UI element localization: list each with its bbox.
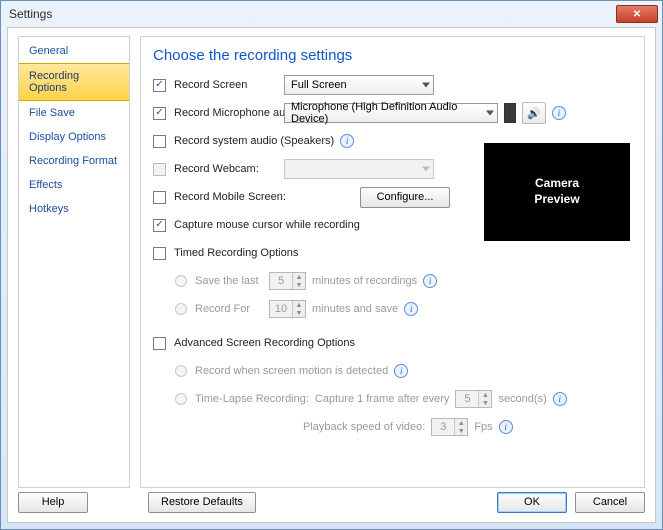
save-last-radio <box>175 275 187 287</box>
sidebar-item-file-save[interactable]: File Save <box>19 101 129 125</box>
timelapse-label: Time-Lapse Recording: <box>195 393 309 405</box>
sidebar-item-general[interactable]: General <box>19 39 129 63</box>
info-icon[interactable]: i <box>499 420 513 434</box>
capture-cursor-label: Capture mouse cursor while recording <box>174 219 360 231</box>
save-last-suffix: minutes of recordings <box>312 275 417 287</box>
settings-window: Settings ✕ General Recording Options Fil… <box>0 0 663 530</box>
info-icon[interactable]: i <box>423 274 437 288</box>
timelapse-capture-prefix: Capture 1 frame after every <box>315 393 450 405</box>
spinner-up-icon: ▲ <box>455 419 467 427</box>
titlebar: Settings ✕ <box>1 1 662 27</box>
spinner-down-icon: ▼ <box>455 427 467 435</box>
advanced-recording-checkbox[interactable] <box>153 337 166 350</box>
timed-recording-label: Timed Recording Options <box>174 247 298 259</box>
record-for-label: Record For <box>195 303 263 315</box>
speaker-icon: 🔊 <box>527 107 541 120</box>
timelapse-fps-value: 3 <box>432 421 454 433</box>
record-for-minutes-value: 10 <box>270 303 292 315</box>
record-mic-device-value: Microphone (High Definition Audio Device… <box>291 101 479 125</box>
record-on-motion-radio <box>175 365 187 377</box>
record-for-radio <box>175 303 187 315</box>
sidebar-item-hotkeys[interactable]: Hotkeys <box>19 197 129 221</box>
timelapse-radio <box>175 393 187 405</box>
spinner-up-icon: ▲ <box>479 391 491 399</box>
info-icon[interactable]: i <box>394 364 408 378</box>
timelapse-capture-suffix: second(s) <box>498 393 546 405</box>
record-for-suffix: minutes and save <box>312 303 398 315</box>
record-screen-checkbox[interactable] <box>153 79 166 92</box>
window-title: Settings <box>9 7 52 21</box>
sidebar-item-effects[interactable]: Effects <box>19 173 129 197</box>
record-for-minutes-spinner: 10 ▲▼ <box>269 300 306 318</box>
client-area: General Recording Options File Save Disp… <box>7 27 656 523</box>
record-screen-mode-value: Full Screen <box>291 79 347 91</box>
ok-button[interactable]: OK <box>497 492 567 513</box>
timelapse-interval-spinner: 5 ▲▼ <box>455 390 492 408</box>
record-screen-mode-dropdown[interactable]: Full Screen <box>284 75 434 95</box>
info-icon[interactable]: i <box>553 392 567 406</box>
record-mic-checkbox[interactable] <box>153 107 166 120</box>
record-mobile-checkbox[interactable] <box>153 191 166 204</box>
settings-sidebar: General Recording Options File Save Disp… <box>18 36 130 488</box>
record-screen-label: Record Screen <box>174 79 278 91</box>
record-system-audio-label: Record system audio (Speakers) <box>174 135 334 147</box>
sidebar-item-recording-format[interactable]: Recording Format <box>19 149 129 173</box>
record-webcam-label: Record Webcam: <box>174 163 278 175</box>
spinner-up-icon: ▲ <box>293 301 305 309</box>
dialog-footer: Help Restore Defaults OK Cancel <box>8 488 655 522</box>
record-mic-label: Record Microphone audio <box>174 107 278 119</box>
save-last-minutes-value: 5 <box>270 275 292 287</box>
timelapse-interval-value: 5 <box>456 393 478 405</box>
mic-level-meter <box>504 103 516 123</box>
record-mobile-label: Record Mobile Screen: <box>174 191 354 203</box>
save-last-minutes-spinner: 5 ▲▼ <box>269 272 306 290</box>
restore-defaults-button[interactable]: Restore Defaults <box>148 492 256 513</box>
chevron-down-icon <box>486 111 494 116</box>
chevron-down-icon <box>422 83 430 88</box>
spinner-down-icon: ▼ <box>479 399 491 407</box>
camera-preview: Camera Preview <box>484 143 630 241</box>
capture-cursor-checkbox[interactable] <box>153 219 166 232</box>
record-system-audio-checkbox[interactable] <box>153 135 166 148</box>
spinner-down-icon: ▼ <box>293 281 305 289</box>
sidebar-item-recording-options[interactable]: Recording Options <box>19 63 129 101</box>
close-icon: ✕ <box>633 9 641 20</box>
record-webcam-checkbox[interactable] <box>153 163 166 176</box>
record-webcam-device-dropdown <box>284 159 434 179</box>
spinner-down-icon: ▼ <box>293 309 305 317</box>
settings-panel: Choose the recording settings Record Scr… <box>140 36 645 488</box>
info-icon[interactable]: i <box>340 134 354 148</box>
record-on-motion-label: Record when screen motion is detected <box>195 365 388 377</box>
timed-recording-checkbox[interactable] <box>153 247 166 260</box>
timelapse-fps-spinner: 3 ▲▼ <box>431 418 468 436</box>
chevron-down-icon <box>422 167 430 172</box>
timelapse-playback-prefix: Playback speed of video: <box>303 421 425 433</box>
page-title: Choose the recording settings <box>153 47 632 64</box>
info-icon[interactable]: i <box>552 106 566 120</box>
advanced-recording-label: Advanced Screen Recording Options <box>174 337 355 349</box>
help-button[interactable]: Help <box>18 492 88 513</box>
timelapse-playback-suffix: Fps <box>474 421 492 433</box>
audio-preview-button[interactable]: 🔊 <box>522 102 546 124</box>
record-mic-device-dropdown[interactable]: Microphone (High Definition Audio Device… <box>284 103 498 123</box>
cancel-button[interactable]: Cancel <box>575 492 645 513</box>
spinner-up-icon: ▲ <box>293 273 305 281</box>
camera-preview-label: Camera Preview <box>534 176 579 207</box>
save-last-label: Save the last <box>195 275 263 287</box>
configure-mobile-button[interactable]: Configure... <box>360 187 450 208</box>
info-icon[interactable]: i <box>404 302 418 316</box>
sidebar-item-display-options[interactable]: Display Options <box>19 125 129 149</box>
close-button[interactable]: ✕ <box>616 5 658 23</box>
